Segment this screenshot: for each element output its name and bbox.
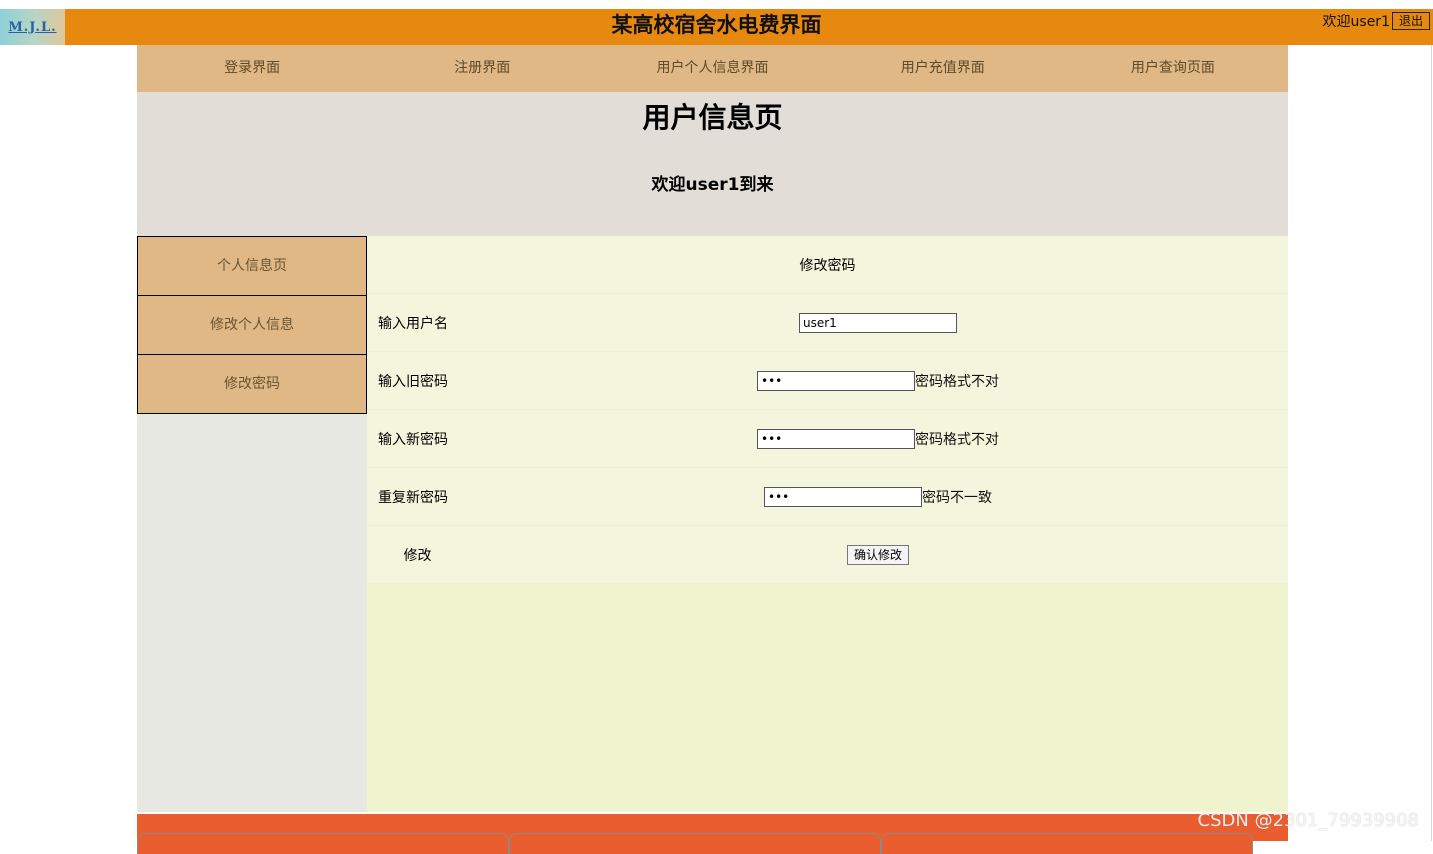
repeat-password-error: 密码不一致	[922, 489, 992, 506]
new-password-cell: 密码格式不对	[468, 409, 1288, 468]
logout-button[interactable]: 退出	[1391, 12, 1430, 30]
username-cell	[468, 293, 1288, 352]
username-input[interactable]	[799, 312, 957, 333]
submit-row-label: 修改	[367, 525, 468, 584]
form-row-repeat-password: 重复新密码 密码不一致	[367, 467, 1288, 526]
repeat-password-input[interactable]	[764, 486, 922, 507]
nav-item-login[interactable]: 登录界面	[137, 45, 367, 92]
form-row-old-password: 输入旧密码 密码格式不对	[367, 351, 1288, 410]
nav-item-register[interactable]: 注册界面	[367, 45, 597, 92]
nav-item-query[interactable]: 用户查询页面	[1058, 45, 1288, 92]
sidebar-item-edit-profile[interactable]: 修改个人信息	[137, 295, 367, 354]
footer-card	[137, 833, 509, 854]
old-password-error: 密码格式不对	[915, 373, 999, 390]
footer-bar	[137, 814, 1288, 854]
site-logo: M.J.L.	[0, 9, 65, 45]
form-heading-row: 修改密码	[367, 236, 1288, 294]
csdn-watermark: CSDN @2301_79939908	[1197, 810, 1419, 831]
page-banner: 用户信息页 欢迎user1到来	[137, 92, 1288, 236]
change-password-form: 修改密码 输入用户名 输入旧密码 密码格式不对 输入新密码 密码格式不对	[367, 236, 1288, 584]
new-password-label: 输入新密码	[367, 409, 468, 468]
content-area: 修改密码 输入用户名 输入旧密码 密码格式不对 输入新密码 密码格式不对	[367, 236, 1288, 812]
sidebar-item-profile[interactable]: 个人信息页	[137, 236, 367, 295]
old-password-label: 输入旧密码	[367, 351, 468, 410]
nav-item-user-info[interactable]: 用户个人信息界面	[597, 45, 827, 92]
new-password-input[interactable]	[757, 428, 915, 449]
new-password-error: 密码格式不对	[915, 431, 999, 448]
top-header-bar: M.J.L. 某高校宿舍水电费界面 欢迎user1 退出	[0, 9, 1433, 45]
old-password-cell: 密码格式不对	[468, 351, 1288, 410]
form-row-new-password: 输入新密码 密码格式不对	[367, 409, 1288, 468]
username-label: 输入用户名	[367, 293, 468, 352]
user-box: 欢迎user1 退出	[1323, 11, 1430, 31]
sidebar: 个人信息页 修改个人信息 修改密码	[137, 236, 367, 812]
welcome-subtitle: 欢迎user1到来	[651, 175, 774, 195]
repeat-password-cell: 密码不一致	[468, 467, 1288, 526]
form-row-username: 输入用户名	[367, 293, 1288, 352]
welcome-user-text: 欢迎user1	[1322, 14, 1390, 30]
sidebar-item-change-password[interactable]: 修改密码	[137, 354, 367, 414]
form-heading: 修改密码	[367, 236, 1288, 294]
main-container: 登录界面 注册界面 用户个人信息界面 用户充值界面 用户查询页面 用户信息页 欢…	[137, 45, 1288, 854]
repeat-password-label: 重复新密码	[367, 467, 468, 526]
top-nav: 登录界面 注册界面 用户个人信息界面 用户充值界面 用户查询页面	[137, 45, 1288, 92]
site-title: 某高校宿舍水电费界面	[611, 13, 822, 37]
nav-item-recharge[interactable]: 用户充值界面	[828, 45, 1058, 92]
page-title: 用户信息页	[642, 101, 783, 134]
footer-card	[509, 833, 881, 854]
confirm-change-button[interactable]: 确认修改	[846, 544, 909, 565]
form-row-submit: 修改 确认修改	[367, 525, 1288, 584]
page-right-border	[1431, 45, 1432, 841]
logo-text: M.J.L.	[8, 19, 57, 35]
old-password-input[interactable]	[757, 370, 915, 391]
footer-card	[881, 833, 1253, 854]
submit-cell: 确认修改	[468, 525, 1288, 584]
